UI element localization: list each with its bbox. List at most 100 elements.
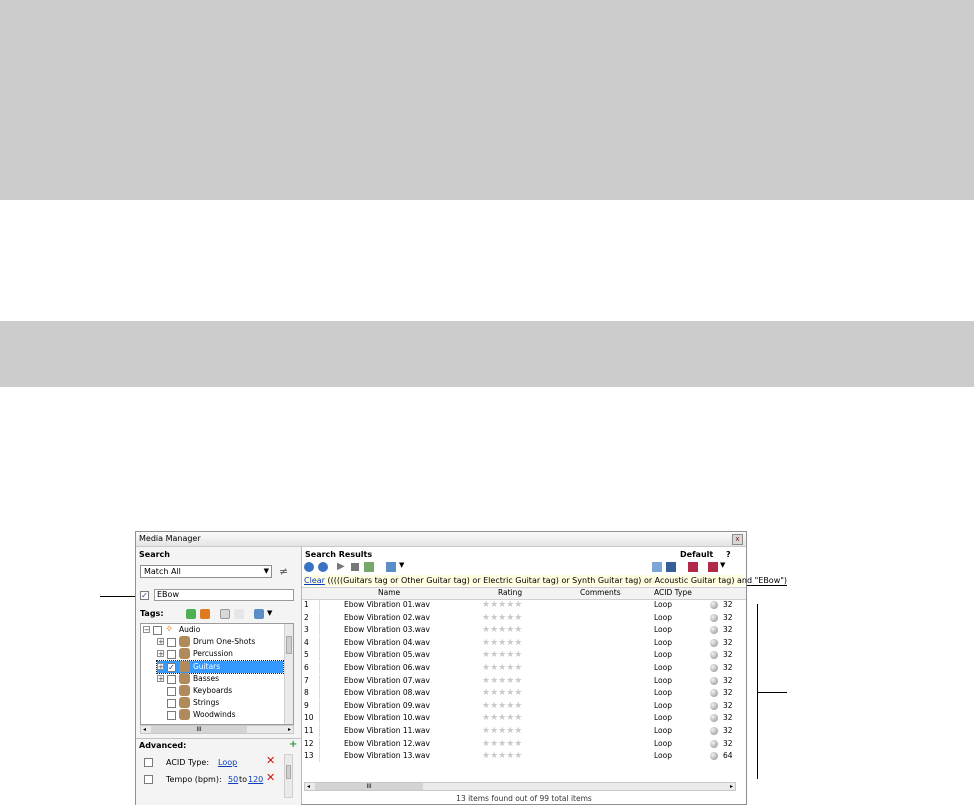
play-icon[interactable]: ▶ [337,561,345,572]
scroll-thumb[interactable]: III [315,783,423,790]
chevron-down-icon[interactable]: ▼ [399,561,404,569]
stop-icon[interactable] [351,563,359,571]
tree-item-checkbox[interactable] [167,711,176,721]
keyword-input[interactable]: EBow [154,589,294,601]
loop-icon[interactable] [710,676,718,685]
loop-icon[interactable] [710,638,718,647]
loop-icon[interactable] [710,651,718,660]
rating-stars[interactable]: ★★★★★ [482,738,522,750]
loop-icon[interactable] [710,714,718,723]
rating-stars[interactable]: ★★★★★ [482,712,522,724]
expand-icon[interactable]: + [157,638,164,646]
save-search-icon[interactable] [652,562,662,572]
rating-stars[interactable]: ★★★★★ [482,612,522,624]
loop-icon[interactable] [710,689,718,698]
scroll-right-icon[interactable]: ▸ [730,783,733,790]
clear-link[interactable]: Clear [304,576,325,585]
remove-tempo-icon[interactable]: ✕ [266,771,275,784]
loop-icon[interactable] [710,601,718,609]
table-row[interactable]: 7 Ebow Vibration 07.wav ★★★★★ Loop 32 [302,674,746,687]
tempo-to-link[interactable]: 120 [248,775,263,784]
table-row[interactable]: 8 Ebow Vibration 08.wav ★★★★★ Loop 32 [302,687,746,700]
help-icon[interactable]: ? [726,550,731,559]
loop-icon[interactable] [710,739,718,748]
table-row[interactable]: 6 Ebow Vibration 06.wav ★★★★★ Loop 32 [302,662,746,674]
close-icon[interactable]: x [732,534,743,545]
column-rating[interactable]: Rating [498,588,522,598]
rating-stars[interactable]: ★★★★★ [482,637,522,649]
columns-icon[interactable] [386,562,396,572]
table-row[interactable]: 5 Ebow Vibration 05.wav ★★★★★ Loop 32 [302,649,746,662]
table-row[interactable]: 13 Ebow Vibration 13.wav ★★★★★ Loop 64 [302,750,746,763]
collapse-icon[interactable]: − [143,626,150,634]
back-icon[interactable] [304,562,314,572]
table-row[interactable]: 3 Ebow Vibration 03.wav ★★★★★ Loop 32 [302,624,746,637]
tree-item[interactable]: Keyboards [157,685,283,697]
auto-preview-icon[interactable] [364,562,374,572]
rating-stars[interactable]: ★★★★★ [482,750,522,762]
acid-type-checkbox[interactable] [144,758,153,767]
loop-icon[interactable] [710,626,718,635]
tree-horizontal-scrollbar[interactable]: ◂ III ▸ [140,725,294,734]
rating-stars[interactable]: ★★★★★ [482,725,522,737]
edit-tag-icon[interactable] [220,609,230,619]
add-tag-icon[interactable] [186,609,196,619]
tempo-from-link[interactable]: 50 [228,775,238,784]
tree-item-checkbox[interactable] [167,638,176,648]
table-row[interactable]: 4 Ebow Vibration 04.wav ★★★★★ Loop 32 [302,636,746,649]
acid-type-link[interactable]: Loop [218,758,237,767]
chevron-down-icon[interactable]: ▼ [267,609,272,617]
tree-item-checkbox[interactable] [167,687,176,696]
table-row[interactable]: 10 Ebow Vibration 10.wav ★★★★★ Loop 32 [302,712,746,725]
tree-vertical-scrollbar[interactable] [284,624,293,724]
expand-icon[interactable]: + [157,650,164,658]
loop-icon[interactable] [710,664,718,672]
scroll-left-icon[interactable]: ◂ [143,726,146,733]
library-menu-icon[interactable] [708,562,718,572]
tree-item[interactable]: − ✧ Audio [143,624,283,636]
rating-stars[interactable]: ★★★★★ [482,624,522,636]
rating-stars[interactable]: ★★★★★ [482,649,522,661]
table-row[interactable]: 11 Ebow Vibration 11.wav ★★★★★ Loop 32 [302,725,746,737]
table-row[interactable]: 12 Ebow Vibration 12.wav ★★★★★ Loop 32 [302,737,746,750]
tree-item[interactable]: Strings [157,697,283,709]
rating-stars[interactable]: ★★★★★ [482,675,522,687]
tree-item-checkbox[interactable] [153,626,162,635]
disk-icon[interactable] [666,562,676,572]
tree-item-checkbox[interactable] [167,674,176,684]
table-row[interactable]: 2 Ebow Vibration 02.wav ★★★★★ Loop 32 [302,611,746,624]
scroll-right-icon[interactable]: ▸ [288,726,291,733]
scroll-thumb[interactable] [286,765,291,779]
scroll-left-icon[interactable]: ◂ [307,783,310,790]
view-options-icon[interactable] [254,609,264,619]
loop-icon[interactable] [710,752,718,761]
rating-stars[interactable]: ★★★★★ [482,700,522,712]
column-comments[interactable]: Comments [580,588,621,598]
rating-stars[interactable]: ★★★★★ [482,662,522,674]
tree-item[interactable]: + Percussion [157,648,283,660]
remove-acid-type-icon[interactable]: ✕ [266,754,275,767]
loop-icon[interactable] [710,727,718,735]
results-horizontal-scrollbar[interactable]: ◂ III ▸ [304,782,736,791]
tree-item[interactable]: + ✓ Guitars [156,659,284,674]
tree-item[interactable]: + Basses [157,672,283,685]
rating-stars[interactable]: ★★★★★ [482,599,522,611]
tree-item-checkbox[interactable]: ✓ [167,662,176,672]
expand-icon[interactable]: + [157,674,164,682]
not-equal-icon[interactable]: ≠ [279,565,288,578]
remove-tag-icon[interactable] [200,609,210,619]
table-row[interactable]: 9 Ebow Vibration 09.wav ★★★★★ Loop 32 [302,699,746,712]
forward-icon[interactable] [318,562,328,572]
advanced-scrollbar[interactable] [284,754,293,798]
tree-item[interactable]: + Drum One-Shots [157,636,283,648]
rating-stars[interactable]: ★★★★★ [482,687,522,699]
eraser-icon[interactable] [234,609,244,619]
tree-item-checkbox[interactable] [167,699,176,709]
tree-item-checkbox[interactable] [167,650,176,660]
loop-icon[interactable] [710,613,718,622]
add-advanced-icon[interactable]: + [289,739,297,750]
match-mode-dropdown[interactable]: Match All ▼ [140,565,272,578]
column-acid-type[interactable]: ACID Type [654,588,692,598]
tree-item[interactable]: Woodwinds [157,709,283,721]
column-name[interactable]: Name [378,588,400,598]
